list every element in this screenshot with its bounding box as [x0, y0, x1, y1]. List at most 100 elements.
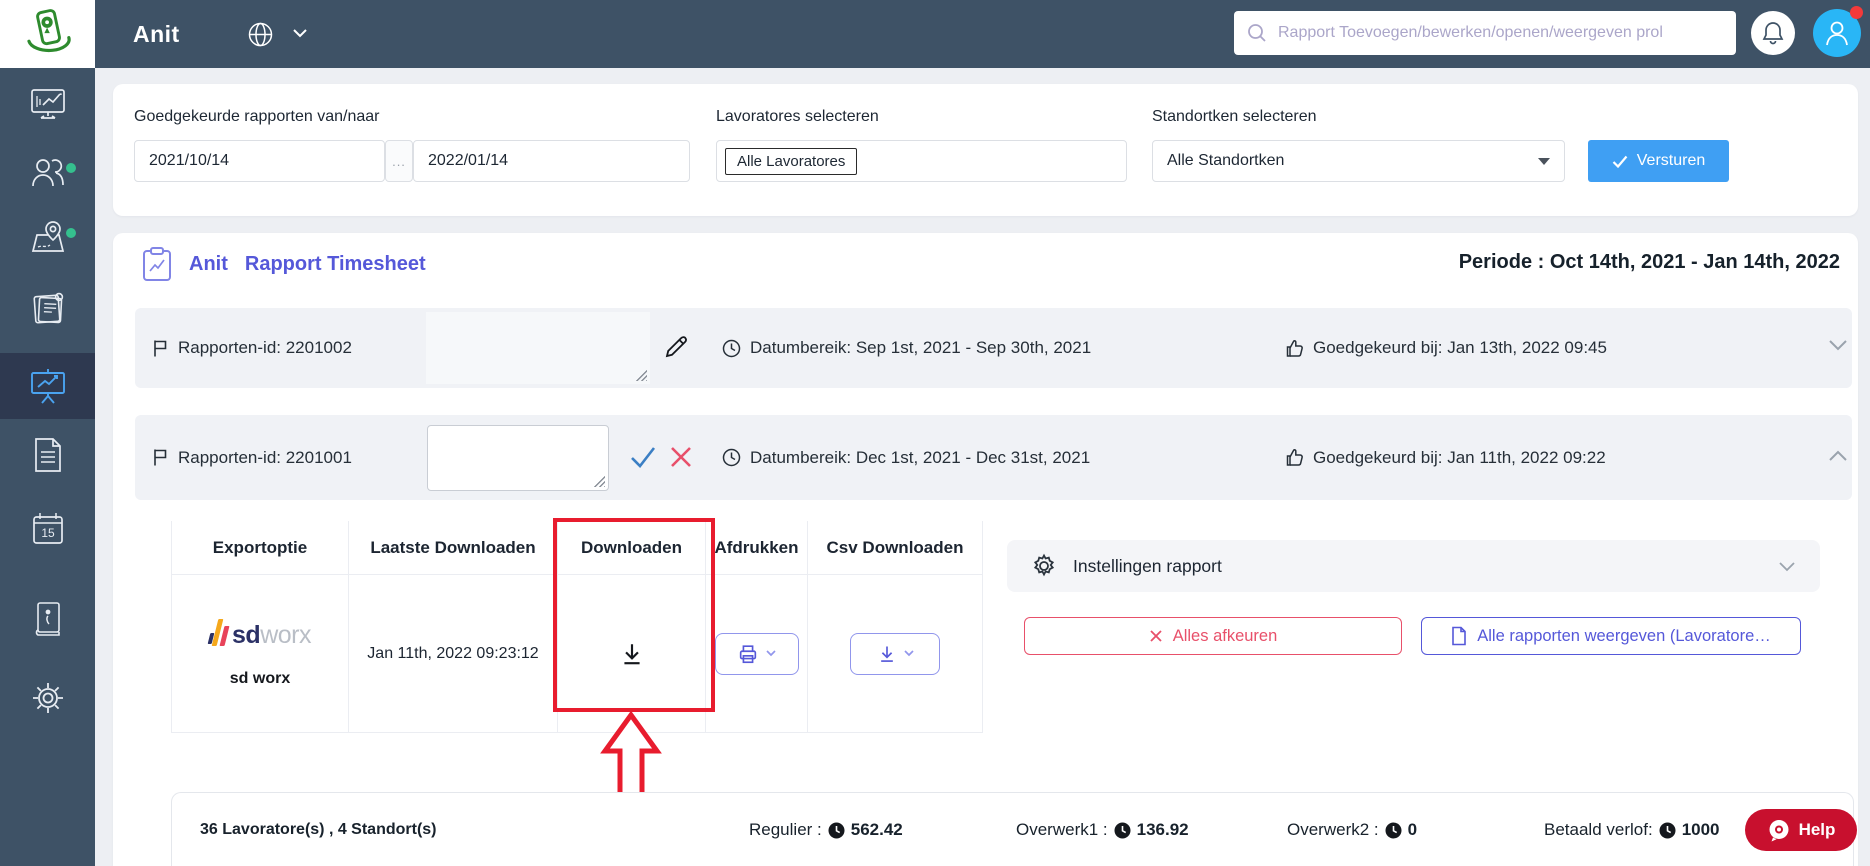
collapse-chevron-up-icon[interactable]	[1828, 450, 1848, 462]
map-pin-icon	[31, 221, 64, 252]
col-csv-downloaden: Csv Downloaden	[826, 537, 964, 557]
report-clipboard-icon	[143, 247, 171, 281]
user-avatar[interactable]	[1813, 6, 1863, 57]
sidebar-item-rapporten-active[interactable]	[0, 353, 95, 419]
date-from-input[interactable]: 2021/10/14	[134, 140, 385, 182]
report-id-label: Rapporten-id: 2201002	[178, 338, 352, 357]
print-cell	[706, 575, 808, 732]
date-to-input[interactable]: 2022/01/14	[413, 140, 690, 182]
printer-icon	[739, 644, 757, 663]
highlight-rectangle	[553, 518, 715, 712]
summary-counts: 36 Lavoratore(s) , 4 Standort(s)	[200, 821, 437, 838]
instellingen-label: Instellingen rapport	[1073, 555, 1222, 576]
col-afdrukken: Afdrukken	[706, 521, 808, 574]
filter-panel: Goedgekeurde rapporten van/naar 2021/10/…	[113, 84, 1858, 216]
report-row-2201001: Rapporten-id: 2201001 Datumbereik: Dec 1…	[135, 415, 1852, 500]
language-globe-icon[interactable]	[247, 21, 274, 48]
datumbereik-label: Datumbereik: Sep 1st, 2021 - Sep 30th, 2…	[750, 338, 1092, 357]
calendar-icon: 15	[32, 513, 63, 544]
export-option-name: sd worx	[229, 670, 291, 687]
cancel-x-button[interactable]	[669, 445, 693, 469]
help-button[interactable]: Help	[1745, 809, 1857, 851]
goedgekeurd-label: Goedgekeurd bij: Jan 13th, 2022 09:45	[1313, 338, 1607, 357]
gear-icon	[1033, 553, 1055, 577]
lavoratores-chip[interactable]: Alle Lavoratores	[725, 147, 858, 175]
document-icon	[34, 438, 61, 472]
sidebar-item-notities[interactable]	[0, 276, 95, 340]
top-header: Anit	[95, 0, 1870, 68]
date-separator: ...	[385, 140, 413, 182]
svg-text:15: 15	[41, 526, 55, 540]
date-to-value: 2022/01/14	[428, 152, 509, 169]
sidebar-item-standortken[interactable]	[0, 206, 95, 270]
sidebar-item-kalender[interactable]: 15	[0, 496, 95, 560]
periode-label: Periode : Oct 14th, 2021 - Jan 14th, 202…	[1458, 251, 1840, 273]
csv-download-cell	[808, 575, 982, 732]
edit-pencil-icon[interactable]	[663, 334, 689, 360]
csv-download-button[interactable]	[850, 632, 940, 675]
notifications-button[interactable]	[1751, 11, 1795, 55]
alles-afkeuren-button[interactable]: Alles afkeuren	[1024, 617, 1402, 655]
chevron-down-icon[interactable]	[292, 28, 308, 38]
info-book-icon	[35, 602, 60, 636]
x-icon	[1150, 630, 1162, 642]
expand-chevron-down-icon[interactable]	[1828, 339, 1848, 351]
date-range-label: Goedgekeurde rapporten van/naar	[134, 108, 380, 125]
standortken-value: Alle Standortken	[1167, 152, 1285, 169]
search-box	[1234, 11, 1736, 55]
chat-bubble-icon	[1769, 820, 1789, 842]
col-laatste-downloaden: Laatste Downloaden	[349, 521, 558, 574]
notification-dot	[1850, 6, 1863, 19]
sidebar-item-dashboard[interactable]	[0, 73, 95, 137]
report-title-prefix: Anit	[189, 253, 228, 275]
app-title: Anit	[133, 20, 180, 47]
sdworx-logo: sdworx	[207, 619, 311, 647]
app-screen: 15 Anit Rapport Toevoegen/bewerken/opene…	[0, 0, 1870, 866]
clock-icon	[1114, 822, 1131, 838]
gear-icon	[32, 683, 63, 713]
resize-handle[interactable]	[593, 475, 605, 487]
sidebar-item-lavoratores[interactable]	[0, 141, 95, 205]
alle-rapporten-weergeven-button[interactable]: Alle rapporten weergeven (Lavoratore…	[1421, 617, 1801, 655]
report-title: Rapport Timesheet	[244, 253, 426, 275]
chevron-down-icon[interactable]	[1778, 561, 1796, 572]
date-from-value: 2021/10/14	[149, 152, 230, 169]
export-option-cell: sdworx sd worx	[172, 575, 349, 732]
summary-betaald-verlof: Betaald verlof: 1000	[1544, 820, 1720, 839]
document-icon	[1452, 626, 1467, 646]
sidebar-item-instellingen[interactable]	[0, 666, 95, 730]
comment-box[interactable]	[426, 312, 650, 384]
clock-icon	[1659, 822, 1676, 838]
presentation-chart-icon	[30, 369, 65, 404]
summary-overwerk1: Overwerk1 : 136.92	[1016, 820, 1189, 839]
logo-icon	[26, 9, 71, 53]
comment-textarea[interactable]	[427, 425, 609, 491]
bell-icon	[1762, 22, 1784, 45]
download-icon	[880, 646, 893, 662]
dashboard-monitor-icon	[30, 89, 65, 119]
confirm-check-button[interactable]	[629, 445, 657, 469]
sidebar-item-informatie[interactable]	[0, 586, 95, 650]
summary-bar: 36 Lavoratore(s) , 4 Standort(s) Regulie…	[171, 792, 1854, 866]
flag-icon	[154, 340, 167, 356]
standortken-select[interactable]: Alle Standortken	[1152, 140, 1565, 182]
versturen-button[interactable]: Versturen	[1588, 140, 1729, 182]
standortken-label: Standortken selecteren	[1152, 108, 1317, 125]
lavoratores-label: Lavoratores selecteren	[716, 108, 879, 125]
resize-handle[interactable]	[635, 369, 647, 381]
report-id-label: Rapporten-id: 2201001	[178, 447, 352, 467]
thumb-up-icon	[1286, 449, 1303, 466]
sidebar-item-documenten[interactable]	[0, 423, 95, 487]
users-icon	[31, 159, 64, 187]
status-dot	[66, 228, 76, 238]
goedgekeurd-label: Goedgekeurd bij: Jan 11th, 2022 09:22	[1313, 447, 1606, 467]
search-input[interactable]	[1234, 11, 1736, 55]
report-row-2201002: Rapporten-id: 2201002 Datumbereik: Sep 1…	[135, 308, 1852, 388]
thumb-up-icon	[1286, 339, 1303, 357]
app-logo[interactable]	[0, 0, 95, 68]
chevron-down-icon	[903, 650, 914, 657]
print-button[interactable]	[714, 632, 799, 675]
datumbereik-label: Datumbereik: Dec 1st, 2021 - Dec 31st, 2…	[750, 447, 1091, 467]
lavoratores-input[interactable]: Alle Lavoratores	[716, 140, 1127, 182]
instellingen-rapport-bar[interactable]: Instellingen rapport	[1007, 540, 1820, 592]
